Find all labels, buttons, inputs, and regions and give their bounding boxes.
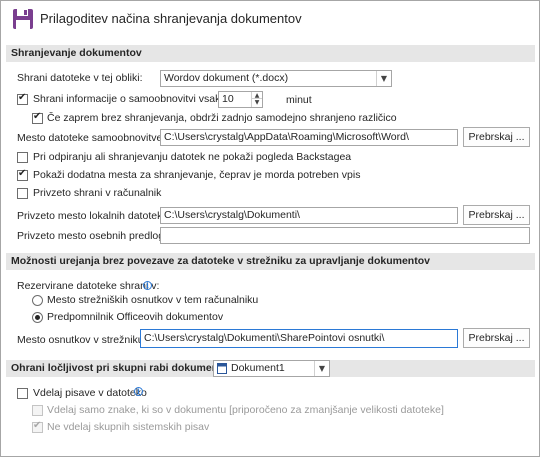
no-backstage-label: Pri odpiranju ali shranjevanju datotek n… bbox=[33, 151, 352, 163]
autorecover-label: Shrani informacije o samoobnovitvi vsaki… bbox=[33, 93, 229, 105]
default-personal-field[interactable] bbox=[160, 227, 530, 244]
no-backstage-checkbox[interactable] bbox=[17, 152, 28, 163]
word-doc-icon bbox=[217, 363, 227, 374]
default-local-label: Privzeto mesto lokalnih datotek: bbox=[17, 210, 166, 222]
no-common-fonts-label: Ne vdelaj skupnih sistemskih pisav bbox=[47, 421, 210, 433]
default-local-browse-button[interactable]: Prebrskaj ... bbox=[463, 205, 530, 225]
format-select[interactable]: Wordov dokument (*.docx) ▼ bbox=[160, 70, 392, 87]
stepper-down-icon[interactable]: ▼ bbox=[252, 99, 262, 106]
keep-last-checkbox[interactable] bbox=[32, 111, 43, 124]
drafts-location-label: Mesto osnutkov v strežniku: bbox=[17, 334, 147, 346]
drafts-location-field[interactable]: C:\Users\crystalg\Dokumenti\SharePointov… bbox=[140, 329, 458, 348]
default-personal-label: Privzeto mesto osebnih predlog: bbox=[17, 230, 167, 242]
autorecover-unit: minut bbox=[286, 94, 312, 106]
page-title: Prilagoditev načina shranjevanja dokumen… bbox=[40, 11, 302, 26]
autorecover-location-label: Mesto datoteke samoobnovitve: bbox=[17, 132, 166, 144]
autorecover-checkbox[interactable] bbox=[17, 92, 28, 105]
save-floppy-icon bbox=[13, 9, 33, 29]
autorecover-minutes-stepper[interactable]: 10 ▲ ▼ bbox=[218, 91, 263, 108]
document-select[interactable]: Dokument1 ▼ bbox=[213, 360, 330, 377]
format-label: Shrani datoteke v tej obliki: bbox=[17, 72, 143, 84]
default-local-field[interactable]: C:\Users\crystalg\Dokumenti\ bbox=[160, 207, 458, 224]
embed-used-chars-label: Vdelaj samo znake, ki so v dokumentu [pr… bbox=[47, 404, 444, 416]
autorecover-location-field[interactable]: C:\Users\crystalg\AppData\Roaming\Micros… bbox=[160, 129, 458, 146]
no-common-fonts-checkbox[interactable] bbox=[32, 420, 43, 433]
radio-server-drafts[interactable] bbox=[32, 295, 43, 306]
save-options-panel: Prilagoditev načina shranjevanja dokumen… bbox=[0, 0, 540, 457]
stepper-up-icon[interactable]: ▲ bbox=[252, 92, 262, 99]
radio-server-drafts-label: Mesto strežniških osnutkov v tem računal… bbox=[47, 294, 259, 306]
chevron-down-icon: ▼ bbox=[376, 71, 391, 86]
embed-used-chars-checkbox[interactable] bbox=[32, 405, 43, 416]
embed-fonts-label: Vdelaj pisave v datoteko bbox=[33, 387, 147, 399]
autorecover-browse-button[interactable]: Prebrskaj ... bbox=[463, 127, 530, 147]
drafts-browse-button[interactable]: Prebrskaj ... bbox=[463, 328, 530, 348]
section-offline-editing: Možnosti urejanja brez povezave za datot… bbox=[6, 253, 535, 270]
keep-last-label: Če zaprem brez shranjevanja, obdrži zadn… bbox=[47, 112, 397, 124]
chevron-down-icon: ▼ bbox=[314, 361, 329, 376]
show-additional-checkbox[interactable] bbox=[17, 168, 28, 181]
save-local-checkbox[interactable] bbox=[17, 188, 28, 199]
autorecover-minutes-value: 10 bbox=[222, 93, 234, 105]
section-save-documents: Shranjevanje dokumentov bbox=[6, 45, 535, 62]
radio-office-cache[interactable] bbox=[32, 312, 43, 323]
info-icon: i bbox=[134, 387, 143, 396]
info-icon: i bbox=[143, 281, 152, 290]
show-additional-label: Pokaži dodatna mesta za shranjevanje, če… bbox=[33, 169, 361, 181]
embed-fonts-checkbox[interactable] bbox=[17, 388, 28, 399]
radio-office-cache-label: Predpomnilnik Officeovih dokumentov bbox=[47, 311, 224, 323]
save-checked-out-label: Rezervirane datoteke shrani v: bbox=[17, 280, 160, 292]
save-local-label: Privzeto shrani v računalnik bbox=[33, 187, 162, 199]
document-select-value: Dokument1 bbox=[231, 362, 285, 374]
format-select-value: Wordov dokument (*.docx) bbox=[164, 72, 289, 84]
